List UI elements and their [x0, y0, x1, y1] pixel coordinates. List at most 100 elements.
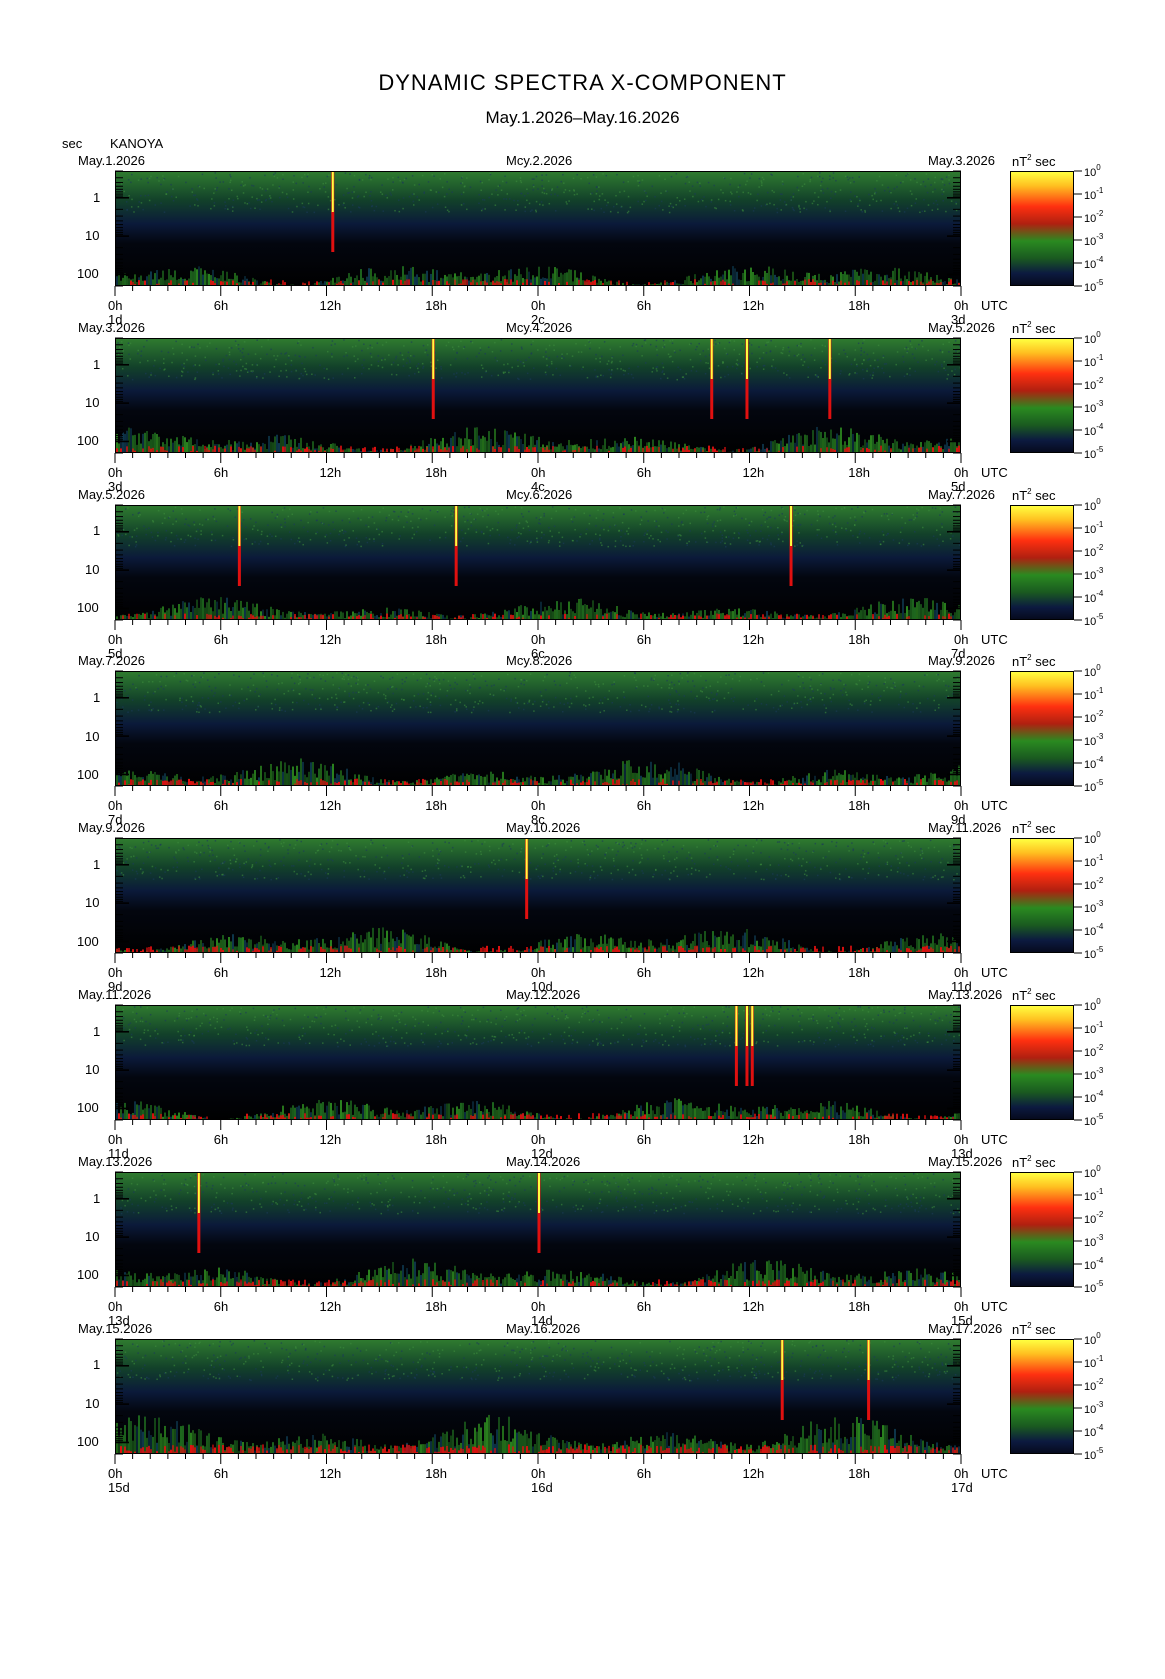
tick-base: 10	[1084, 736, 1097, 749]
day-label-start: 15d	[108, 1479, 130, 1495]
x-tick-label: 0h	[531, 298, 546, 313]
colorbar-tick-label: 10-2	[1084, 209, 1103, 225]
tick-exponent: -2	[1096, 1209, 1104, 1219]
y-tick-label: 100	[77, 600, 99, 616]
spectra-panel-6: May.11.2026 May.12.2026 May.13.2026 nT2 sec…	[0, 982, 1165, 1162]
x-tick-label: 6h	[636, 1465, 652, 1481]
tick-exponent: -5	[1096, 945, 1104, 955]
tick-exponent: -1	[1096, 186, 1104, 195]
y-tick-label: 100	[77, 1434, 99, 1450]
x-tick-label: 0h	[108, 298, 123, 313]
y-tick-label: 10	[85, 1395, 100, 1411]
x-tick-label: 6h	[213, 1465, 229, 1481]
colorbar-svg	[1011, 1006, 1073, 1119]
x-tick-label: 12h	[742, 1132, 765, 1147]
colorbar-tick-label: 100	[1084, 497, 1101, 513]
tick-base: 10	[1084, 690, 1097, 703]
x-tick-label: 12h	[742, 631, 765, 647]
tick-exponent: -2	[1096, 1043, 1104, 1052]
x-tick-label: 0h	[531, 965, 546, 981]
x-tick-label: 0h	[108, 965, 123, 981]
x-tick-label: 18h	[425, 1132, 447, 1147]
colorbar-tick-label: 10-5	[1084, 945, 1103, 961]
colorbar-tick-label: 10-4	[1084, 422, 1103, 438]
colorbar-tick-label: 10-5	[1084, 1279, 1103, 1295]
tick-exponent: -4	[1096, 922, 1104, 932]
tick-exponent: -3	[1096, 899, 1104, 909]
colorbar-tick-label: 10-5	[1084, 778, 1103, 794]
y-tick-label: 10	[85, 1062, 100, 1078]
colorbar-tick-label: 100	[1084, 830, 1101, 846]
tick-base: 10	[1084, 356, 1097, 369]
colorbar-tick-label: 10-4	[1084, 1256, 1103, 1272]
colorbar-svg	[1011, 1172, 1073, 1286]
colorbar-tick-label: 100	[1084, 1164, 1101, 1180]
tick-exponent: -3	[1096, 732, 1104, 742]
tick-exponent: -5	[1096, 1112, 1104, 1121]
y-tick-label: 100	[77, 1267, 99, 1283]
tick-exponent: -3	[1096, 1399, 1104, 1409]
colorbar-svg	[1011, 672, 1073, 786]
tick-exponent: -5	[1096, 611, 1104, 621]
colorbar	[1010, 504, 1074, 620]
tick-base: 10	[1084, 1093, 1097, 1105]
colorbar-tick-label: 10-2	[1084, 1210, 1103, 1226]
tick-exponent: -2	[1096, 542, 1104, 552]
y-tick-label: 10	[85, 394, 100, 410]
colorbar-tick-label: 10-3	[1084, 566, 1103, 582]
y-tick-label: 1	[93, 856, 101, 872]
x-tick-label: 18h	[848, 1465, 870, 1481]
colorbar-tick-label: 10-1	[1084, 1354, 1103, 1370]
colorbar-tick-label: 10-3	[1084, 1233, 1103, 1249]
colorbar-svg	[1011, 338, 1073, 452]
tick-exponent: -1	[1096, 1186, 1104, 1196]
utc-label: UTC	[981, 965, 1008, 981]
tick-exponent: 0	[1096, 1163, 1101, 1173]
tick-base: 10	[1084, 333, 1097, 346]
x-tick-label: 12h	[319, 965, 342, 981]
tick-base: 10	[1084, 1116, 1097, 1128]
tick-exponent: -2	[1096, 375, 1104, 385]
tick-base: 10	[1084, 834, 1097, 847]
utc-label: UTC	[981, 464, 1008, 480]
colorbar-tick-label: 10-1	[1084, 353, 1103, 369]
tick-base: 10	[1084, 857, 1097, 870]
tick-exponent: -4	[1096, 421, 1104, 431]
x-tick-label: 6h	[213, 965, 229, 981]
colorbar	[1010, 1005, 1074, 1120]
tick-exponent: -5	[1096, 1445, 1104, 1455]
tick-base: 10	[1084, 1449, 1097, 1462]
y-tick-label: 10	[85, 228, 100, 244]
x-tick-label: 0h	[531, 798, 546, 814]
colorbar-tick-label: 10-3	[1084, 1066, 1103, 1082]
x-tick-label: 18h	[425, 298, 447, 313]
colorbar-tick-label: 10-5	[1084, 278, 1103, 294]
x-tick-label: 18h	[425, 798, 447, 814]
tick-base: 10	[1084, 500, 1097, 513]
colorbar	[1010, 1171, 1074, 1287]
colorbar	[1010, 171, 1074, 286]
x-tick-label: 0h	[108, 1132, 123, 1147]
tick-base: 10	[1084, 448, 1097, 461]
tick-base: 10	[1084, 713, 1097, 726]
tick-base: 10	[1084, 1190, 1097, 1203]
tick-base: 10	[1084, 759, 1097, 772]
x-tick-label: 6h	[636, 464, 652, 480]
y-tick-label: 10	[85, 1228, 100, 1244]
tick-exponent: 0	[1096, 663, 1101, 673]
colorbar-tick-label: 100	[1084, 330, 1101, 346]
colorbar-svg	[1011, 1339, 1073, 1453]
colorbar-tick-label: 10-3	[1084, 899, 1103, 915]
x-tick-label: 6h	[213, 298, 229, 313]
x-tick-label: 18h	[425, 1298, 447, 1314]
spectra-panel-4: May.7.2026 Mcy.8.2026 May.9.2026 nT2 sec 1 10…	[0, 648, 1165, 828]
tick-base: 10	[1084, 1357, 1097, 1370]
x-tick-label: 0h	[108, 798, 123, 814]
tick-base: 10	[1084, 1070, 1097, 1082]
y-tick-label: 100	[77, 766, 99, 782]
tick-base: 10	[1084, 379, 1097, 392]
x-tick-label: 12h	[742, 464, 765, 480]
colorbar	[1010, 671, 1074, 787]
colorbar	[1010, 838, 1074, 954]
tick-base: 10	[1084, 1213, 1097, 1226]
